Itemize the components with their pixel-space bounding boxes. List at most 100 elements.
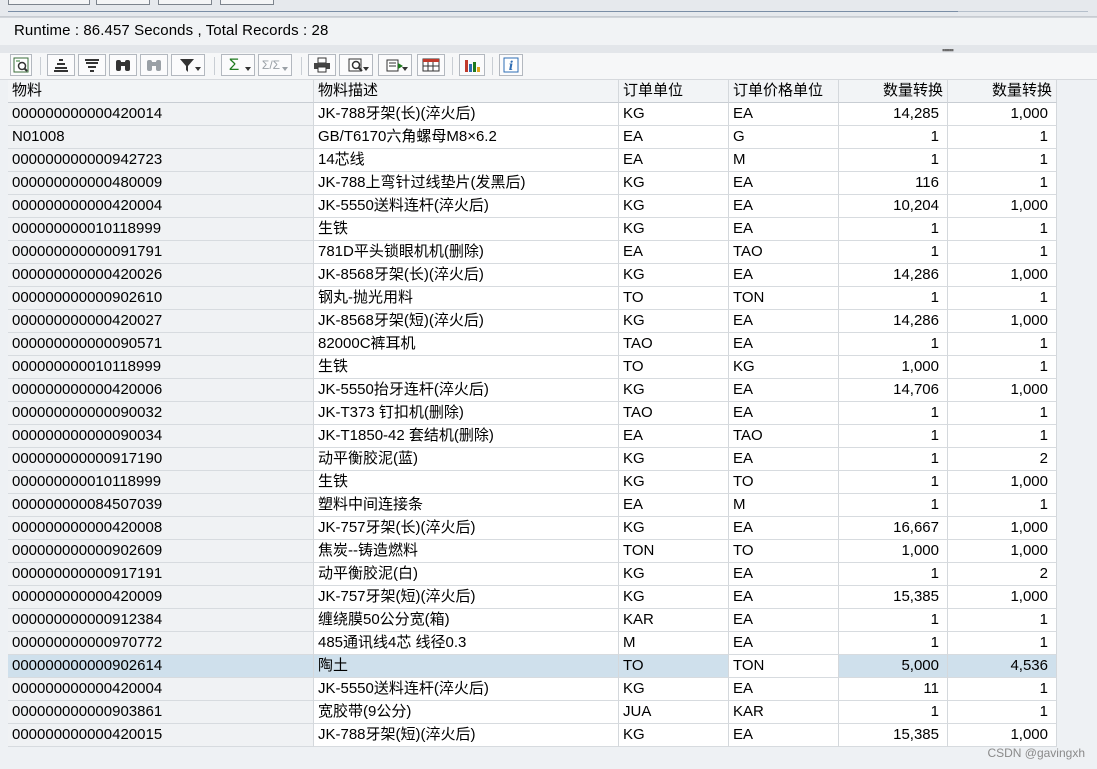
price-unit-cell[interactable]: EA bbox=[729, 678, 839, 701]
order-unit-cell[interactable]: TO bbox=[619, 287, 729, 310]
conversion-1-cell[interactable]: 1,000 bbox=[839, 540, 948, 563]
description-cell[interactable]: 宽胶带(9公分) bbox=[314, 701, 619, 724]
order-unit-cell[interactable]: KG bbox=[619, 563, 729, 586]
conversion-2-cell[interactable]: 1 bbox=[948, 701, 1057, 724]
table-row[interactable]: 000000000000420004 JK-5550送料连杆(淬火后) KG EA 11… bbox=[8, 678, 1057, 701]
table-row[interactable]: 000000000000420026 JK-8568牙架(长)(淬火后) KG EA 1… bbox=[8, 264, 1057, 287]
price-unit-cell[interactable]: TAO bbox=[729, 241, 839, 264]
table-row[interactable]: 000000000000420027 JK-8568牙架(短)(淬火后) KG EA 1… bbox=[8, 310, 1057, 333]
table-row[interactable]: 000000000010118999 生铁 TO KG 1,000 1 bbox=[8, 356, 1057, 379]
price-unit-cell[interactable]: EA bbox=[729, 632, 839, 655]
description-cell[interactable]: JK-T1850-42 套结机(删除) bbox=[314, 425, 619, 448]
conversion-2-cell[interactable]: 1 bbox=[948, 494, 1057, 517]
order-unit-cell[interactable]: KG bbox=[619, 448, 729, 471]
material-cell[interactable]: 000000000000902609 bbox=[8, 540, 314, 563]
description-cell[interactable]: 生铁 bbox=[314, 356, 619, 379]
table-row[interactable]: 000000000000903861 宽胶带(9公分) JUA KAR 1 1 bbox=[8, 701, 1057, 724]
description-cell[interactable]: JK-5550送料连杆(淬火后) bbox=[314, 195, 619, 218]
description-cell[interactable]: JK-5550抬牙连杆(淬火后) bbox=[314, 379, 619, 402]
description-cell[interactable]: 485通讯线4芯 线径0.3 bbox=[314, 632, 619, 655]
conversion-1-cell[interactable]: 1 bbox=[839, 287, 948, 310]
order-unit-cell[interactable]: TON bbox=[619, 540, 729, 563]
order-unit-cell[interactable]: EA bbox=[619, 126, 729, 149]
material-cell[interactable]: 000000000000970772 bbox=[8, 632, 314, 655]
material-cell[interactable]: 000000000000091791 bbox=[8, 241, 314, 264]
description-cell[interactable]: 生铁 bbox=[314, 218, 619, 241]
table-row[interactable]: N01008 GB/T6170六角螺母M8×6.2 EA G 1 1 bbox=[8, 126, 1057, 149]
conversion-2-cell[interactable]: 1 bbox=[948, 126, 1057, 149]
conversion-1-cell[interactable]: 15,385 bbox=[839, 586, 948, 609]
conversion-2-cell[interactable]: 4,536 bbox=[948, 655, 1057, 678]
subtotal-button[interactable]: Σ/Σ bbox=[258, 54, 292, 76]
find-next-button[interactable] bbox=[140, 54, 168, 76]
material-cell[interactable]: 000000000000090571 bbox=[8, 333, 314, 356]
sort-descending-button[interactable] bbox=[78, 54, 106, 76]
conversion-2-cell[interactable]: 1 bbox=[948, 632, 1057, 655]
price-unit-cell[interactable]: EA bbox=[729, 103, 839, 126]
conversion-1-cell[interactable]: 5,000 bbox=[839, 655, 948, 678]
price-unit-cell[interactable]: EA bbox=[729, 333, 839, 356]
conversion-1-cell[interactable]: 1 bbox=[839, 425, 948, 448]
order-unit-cell[interactable]: KG bbox=[619, 218, 729, 241]
table-row[interactable]: 000000000000970772 485通讯线4芯 线径0.3 M EA 1 1 bbox=[8, 632, 1057, 655]
conversion-2-cell[interactable]: 1 bbox=[948, 609, 1057, 632]
price-unit-cell[interactable]: EA bbox=[729, 448, 839, 471]
table-row[interactable]: 000000000000420015 JK-788牙架(短)(淬火后) KG EA 15… bbox=[8, 724, 1057, 747]
order-unit-cell[interactable]: KG bbox=[619, 471, 729, 494]
conversion-1-cell[interactable]: 1 bbox=[839, 149, 948, 172]
order-unit-cell[interactable]: KG bbox=[619, 172, 729, 195]
material-cell[interactable]: 000000000000420008 bbox=[8, 517, 314, 540]
column-header-order-price-unit[interactable]: 订单价格单位 bbox=[729, 80, 839, 103]
order-unit-cell[interactable]: TAO bbox=[619, 402, 729, 425]
material-cell[interactable]: 000000000000420027 bbox=[8, 310, 314, 333]
order-unit-cell[interactable]: KG bbox=[619, 195, 729, 218]
conversion-1-cell[interactable]: 1 bbox=[839, 448, 948, 471]
table-row[interactable]: 000000000000420004 JK-5550送料连杆(淬火后) KG EA 10… bbox=[8, 195, 1057, 218]
price-unit-cell[interactable]: EA bbox=[729, 310, 839, 333]
table-row[interactable]: 000000000000917190 动平衡胶泥(蓝) KG EA 1 2 bbox=[8, 448, 1057, 471]
material-cell[interactable]: 000000000000917191 bbox=[8, 563, 314, 586]
material-cell[interactable]: 000000000010118999 bbox=[8, 356, 314, 379]
description-cell[interactable]: 动平衡胶泥(蓝) bbox=[314, 448, 619, 471]
description-cell[interactable]: 781D平头锁眼机机(删除) bbox=[314, 241, 619, 264]
description-cell[interactable]: JK-757牙架(长)(淬火后) bbox=[314, 517, 619, 540]
conversion-1-cell[interactable]: 14,706 bbox=[839, 379, 948, 402]
conversion-2-cell[interactable]: 1 bbox=[948, 356, 1057, 379]
conversion-1-cell[interactable]: 14,286 bbox=[839, 264, 948, 287]
price-unit-cell[interactable]: EA bbox=[729, 379, 839, 402]
material-cell[interactable]: 000000000000420009 bbox=[8, 586, 314, 609]
export-button[interactable] bbox=[378, 54, 412, 76]
material-cell[interactable]: 000000000000903861 bbox=[8, 701, 314, 724]
description-cell[interactable]: 动平衡胶泥(白) bbox=[314, 563, 619, 586]
conversion-1-cell[interactable]: 1 bbox=[839, 333, 948, 356]
order-unit-cell[interactable]: KG bbox=[619, 379, 729, 402]
price-unit-cell[interactable]: EA bbox=[729, 517, 839, 540]
price-unit-cell[interactable]: KG bbox=[729, 356, 839, 379]
material-cell[interactable]: 000000000000090032 bbox=[8, 402, 314, 425]
conversion-1-cell[interactable]: 1 bbox=[839, 126, 948, 149]
conversion-1-cell[interactable]: 1 bbox=[839, 632, 948, 655]
material-cell[interactable]: 000000000000480009 bbox=[8, 172, 314, 195]
conversion-2-cell[interactable]: 2 bbox=[948, 448, 1057, 471]
conversion-1-cell[interactable]: 1 bbox=[839, 471, 948, 494]
find-button[interactable] bbox=[109, 54, 137, 76]
price-unit-cell[interactable]: KAR bbox=[729, 701, 839, 724]
conversion-1-cell[interactable]: 1 bbox=[839, 494, 948, 517]
conversion-2-cell[interactable]: 1,000 bbox=[948, 103, 1057, 126]
conversion-1-cell[interactable]: 1 bbox=[839, 701, 948, 724]
material-cell[interactable]: 000000000000902614 bbox=[8, 655, 314, 678]
layout-button[interactable] bbox=[417, 54, 445, 76]
material-cell[interactable]: 000000000000420004 bbox=[8, 195, 314, 218]
table-row[interactable]: 000000000000090571 82000C裤耳机 TAO EA 1 1 bbox=[8, 333, 1057, 356]
price-unit-cell[interactable]: EA bbox=[729, 402, 839, 425]
table-row[interactable]: 000000000010118999 生铁 KG TO 1 1,000 bbox=[8, 471, 1057, 494]
order-unit-cell[interactable]: M bbox=[619, 632, 729, 655]
conversion-1-cell[interactable]: 15,385 bbox=[839, 724, 948, 747]
column-header-order-unit[interactable]: 订单单位 bbox=[619, 80, 729, 103]
conversion-2-cell[interactable]: 1 bbox=[948, 218, 1057, 241]
price-unit-cell[interactable]: TO bbox=[729, 540, 839, 563]
print-button[interactable] bbox=[308, 54, 336, 76]
details-button[interactable] bbox=[10, 54, 32, 76]
conversion-1-cell[interactable]: 10,204 bbox=[839, 195, 948, 218]
description-cell[interactable]: 82000C裤耳机 bbox=[314, 333, 619, 356]
